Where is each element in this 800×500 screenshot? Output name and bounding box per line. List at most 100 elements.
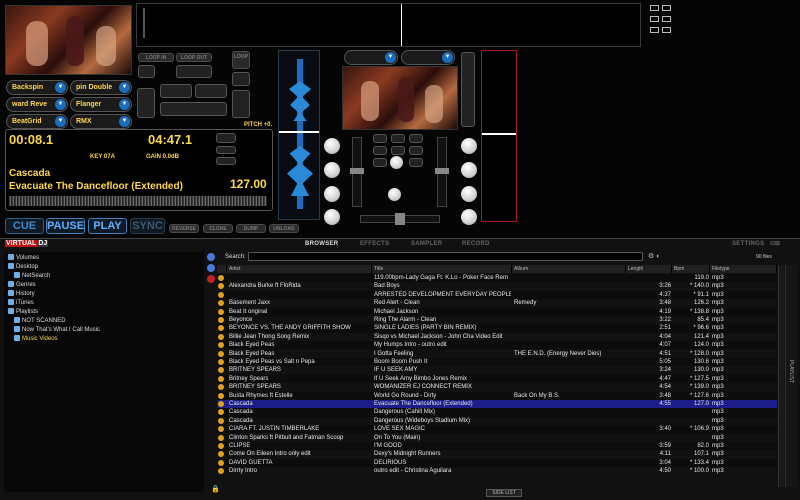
- chevron-down-icon[interactable]: ▼: [119, 116, 130, 127]
- effect-select-4[interactable]: Flanger ▼: [70, 97, 132, 112]
- key-lock-button[interactable]: [216, 133, 236, 143]
- chevron-down-icon[interactable]: ▼: [55, 116, 66, 127]
- table-row[interactable]: BRITNEY SPEARS WOMANIZER EJ CONNECT REMIX…: [217, 383, 777, 391]
- table-row[interactable]: Cascada Dangerous (Cahill Mix) mp3: [217, 408, 777, 417]
- table-row[interactable]: BRITNEY SPEARS IF U SEEK AMY 3:24 130.0 mp3: [217, 366, 777, 374]
- chevron-down-icon[interactable]: ▼: [119, 99, 130, 110]
- video-fx-select-right[interactable]: ▼: [401, 50, 455, 65]
- tree-item-volumes[interactable]: Volumes: [8, 254, 39, 263]
- chevron-down-icon[interactable]: ▼: [442, 52, 453, 63]
- loop-shift-button[interactable]: [232, 72, 250, 86]
- view-grid-icon[interactable]: [650, 5, 672, 40]
- tab-record[interactable]: RECORD: [462, 241, 490, 247]
- clone-button[interactable]: CLONE: [203, 224, 233, 233]
- table-row[interactable]: Come On Eileen Intro only edit Dexy's Mid…: [217, 450, 777, 458]
- pause-button[interactable]: PAUSE: [46, 218, 85, 234]
- column-artist[interactable]: Artist: [227, 265, 372, 273]
- table-row[interactable]: Black Eyed Peas I Gotta Feeling THE E.N.D.…: [217, 350, 777, 358]
- column-bpm[interactable]: Bpm: [672, 265, 710, 273]
- play-button[interactable]: PLAY: [88, 218, 127, 234]
- settings-button[interactable]: SETTINGS: [732, 241, 764, 247]
- column-filetype[interactable]: Filetype: [710, 265, 777, 273]
- crossfader[interactable]: [360, 213, 440, 225]
- effect-select-6[interactable]: RMX ▼: [70, 114, 132, 129]
- remove-icon[interactable]: [207, 275, 215, 283]
- add-folder-icon[interactable]: [207, 264, 215, 272]
- effect-select-2[interactable]: pin Double ▼: [70, 80, 132, 95]
- left-gain-knob[interactable]: [324, 209, 340, 225]
- table-row[interactable]: 119.00bpm-Lady Gaga Ft. K.Lo - Poker Fac…: [217, 274, 777, 283]
- column-title[interactable]: Title: [372, 265, 512, 273]
- cue-button[interactable]: CUE: [5, 218, 44, 234]
- right-eq-mid-knob[interactable]: [461, 162, 477, 178]
- mixer-button-grid[interactable]: [373, 134, 425, 184]
- table-row[interactable]: Britney Spears If U Seek Amy Bimbo Jones …: [217, 374, 777, 383]
- dump-button[interactable]: DUMP: [236, 224, 266, 233]
- loop-out-button[interactable]: LOOP OUT: [176, 53, 212, 62]
- tree-item-netsearch[interactable]: NetSearch: [14, 272, 50, 281]
- tree-item-desktop[interactable]: Desktop: [8, 263, 38, 272]
- column-album[interactable]: Album: [512, 265, 626, 273]
- search-input[interactable]: [248, 252, 643, 261]
- window-controls-icon[interactable]: ⊟⊠: [770, 240, 780, 247]
- column-length[interactable]: Length: [626, 265, 672, 273]
- hotcue-3-button[interactable]: [160, 102, 227, 116]
- right-channel-fader[interactable]: [435, 137, 449, 207]
- tab-sampler[interactable]: SAMPLER: [411, 241, 442, 247]
- table-row[interactable]: Black Eyed Peas vs Salt n Pepa Boom Boom …: [217, 358, 777, 367]
- gain-button[interactable]: [216, 157, 236, 165]
- table-row[interactable]: Busta Rhymes ft Estelle World Go Round - …: [217, 391, 777, 400]
- table-row[interactable]: Cascada Evacuate The Dancefloor (Extended…: [217, 400, 777, 409]
- right-eq-high-knob[interactable]: [461, 138, 477, 154]
- transport-left-pad[interactable]: [137, 88, 155, 118]
- search-options-icon[interactable]: ⚙ ◐: [648, 252, 660, 260]
- table-row[interactable]: DAVID GUETTA DELIRIOUS 3:04 * 133.4 mp3: [217, 458, 777, 467]
- tab-browser[interactable]: BROWSER: [305, 241, 338, 247]
- tree-item-itunes[interactable]: iTunes: [8, 299, 34, 308]
- reverse-button[interactable]: REVERSE: [169, 224, 199, 233]
- effect-select-1[interactable]: Backspin ▼: [6, 80, 68, 95]
- sync-button[interactable]: SYNC: [130, 218, 165, 234]
- side-list-button[interactable]: SIDE LIST: [486, 489, 522, 497]
- search-db-icon[interactable]: [207, 253, 215, 261]
- table-row[interactable]: Clinton Sparks ft Pitbull and Fatman Sco…: [217, 434, 777, 442]
- tree-item-history[interactable]: History: [8, 290, 35, 299]
- table-row[interactable]: Cascada Dangerous (Wideboys Stadium Mix) m…: [217, 417, 777, 425]
- table-row[interactable]: Dirrty Intro outro edit - Christina Aguil…: [217, 467, 777, 475]
- chevron-down-icon[interactable]: ▼: [55, 99, 66, 110]
- lock-icon[interactable]: 🔒: [211, 485, 220, 493]
- transport-right-pad[interactable]: [232, 90, 250, 118]
- video-fx-select-left[interactable]: ▼: [344, 50, 398, 65]
- effect-select-3[interactable]: ward Reve ▼: [6, 97, 68, 112]
- table-row[interactable]: ARRESTED DEVELOPMENT EVERYDAY PEOPLE 4:37…: [217, 290, 777, 299]
- side-panel-toggle[interactable]: PLAYLIST: [785, 265, 797, 487]
- loop-size-down-button[interactable]: [138, 65, 155, 78]
- table-row[interactable]: Beat It original Michael Jackson 4:19 * 138…: [217, 307, 777, 316]
- tree-item-music-videos[interactable]: Music Videos: [14, 335, 58, 344]
- pitch-range-button[interactable]: [216, 146, 236, 154]
- effect-select-5[interactable]: BeatGrid ▼: [6, 114, 68, 129]
- left-eq-low-knob[interactable]: [324, 186, 340, 202]
- tree-item-playlists[interactable]: Playlists: [8, 308, 38, 317]
- unload-button[interactable]: UNLOAD: [269, 224, 299, 233]
- loop-in-button[interactable]: LOOP IN: [138, 53, 174, 62]
- left-eq-mid-knob[interactable]: [324, 162, 340, 178]
- table-row[interactable]: CLIPSE I'M GOOD 3:59 82.0 mp3: [217, 442, 777, 451]
- table-row[interactable]: Basement Jaxx Red Alert - Clean Remedy 3:48…: [217, 299, 777, 307]
- hotcue-2-button[interactable]: [195, 84, 227, 98]
- tree-item-now-thats-what[interactable]: Now That's What I Call Music: [14, 326, 100, 335]
- table-row[interactable]: Beyonce Ring The Alarm - Clean 3:22 85.4 mp3: [217, 316, 777, 324]
- track-overview-waveform[interactable]: [9, 196, 267, 206]
- table-row[interactable]: BEYONCE VS. THE ANDY GRIFFITH SHOW SINGLE…: [217, 324, 777, 333]
- hotcue-1-button[interactable]: [160, 84, 192, 98]
- table-row[interactable]: Alexandra Burke ft FloRida Bad Boys 3:26 * …: [217, 282, 777, 290]
- left-channel-fader[interactable]: [350, 137, 364, 207]
- tree-item-not-scanned[interactable]: NOT SCANNED: [14, 317, 66, 326]
- chevron-down-icon[interactable]: ▼: [55, 82, 66, 93]
- chevron-down-icon[interactable]: ▼: [385, 52, 396, 63]
- left-eq-high-knob[interactable]: [324, 138, 340, 154]
- table-row[interactable]: Black Eyed Peas My Humps Intro - outro ed…: [217, 341, 777, 350]
- video-fader[interactable]: [461, 52, 475, 127]
- headphone-mix-knob[interactable]: [388, 188, 401, 201]
- chevron-down-icon[interactable]: ▼: [119, 82, 130, 93]
